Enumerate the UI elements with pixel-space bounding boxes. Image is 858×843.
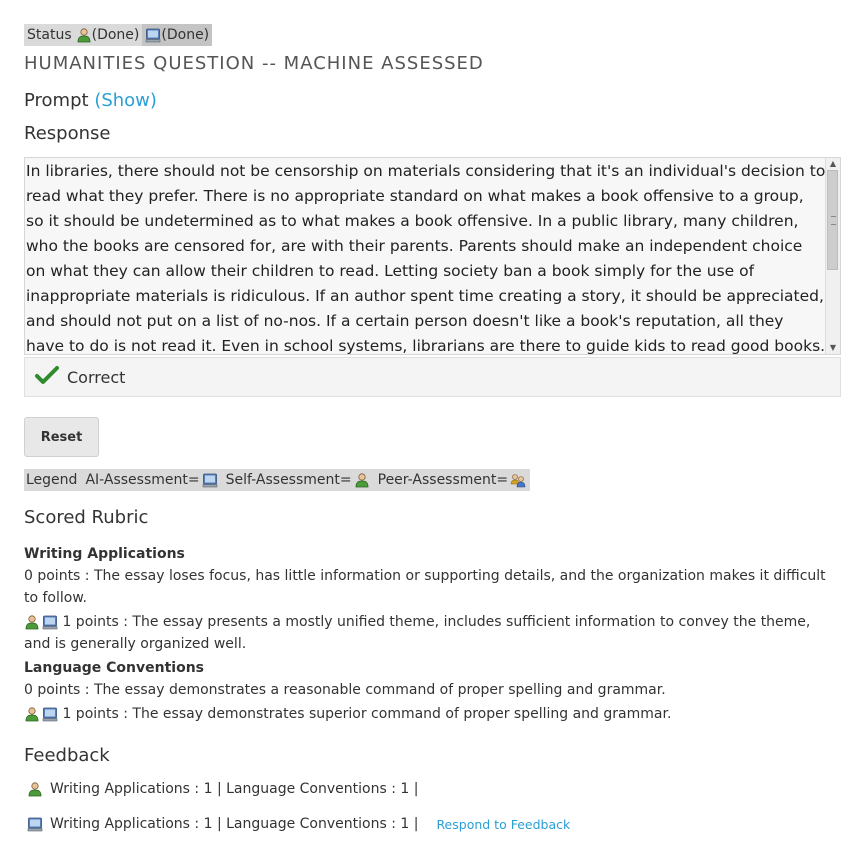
rubric-option-selected: 1 points : The essay presents a mostly u…	[24, 611, 834, 655]
legend: Legend AI-Assessment= Self-Assessment= P…	[24, 469, 531, 491]
checkmark-icon	[35, 365, 59, 389]
status-bar: Status (Done) (Done)	[24, 24, 213, 46]
respond-to-feedback-link[interactable]: Respond to Feedback	[436, 817, 570, 832]
status-ai: (Done)	[142, 24, 213, 46]
rubric-option: 0 points : The essay loses focus, has li…	[24, 568, 826, 606]
rubric-heading: Scored Rubric	[24, 507, 149, 528]
show-prompt-link[interactable]: (Show)	[94, 90, 157, 111]
prompt-heading: Prompt (Show)	[24, 90, 157, 111]
person-icon	[76, 27, 92, 43]
rubric-criterion: Language Conventions	[24, 660, 205, 676]
legend-label: Legend	[26, 472, 78, 488]
person-icon	[27, 781, 43, 797]
scroll-thumb[interactable]	[827, 170, 838, 270]
legend-ai-label: AI-Assessment=	[85, 472, 200, 488]
computer-icon	[42, 614, 58, 630]
feedback-self-row: Writing Applications : 1 | Language Conv…	[27, 781, 418, 797]
computer-icon	[202, 472, 218, 488]
status-label: Status	[27, 27, 72, 43]
scroll-up-arrow-icon[interactable]: ▲	[828, 159, 838, 169]
rubric-option: 0 points : The essay demonstrates a reas…	[24, 682, 666, 698]
legend-self-label: Self-Assessment=	[225, 472, 352, 488]
group-icon	[510, 472, 526, 488]
status-self: Status (Done)	[24, 24, 143, 46]
response-textarea[interactable]: In libraries, there should not be censor…	[24, 157, 841, 355]
rubric-option-text: 1 points : The essay demonstrates superi…	[62, 706, 672, 722]
rubric-criterion: Writing Applications	[24, 546, 185, 562]
computer-icon	[145, 27, 161, 43]
person-icon	[354, 472, 370, 488]
feedback-ai-row: Writing Applications : 1 | Language Conv…	[27, 816, 570, 832]
computer-icon	[27, 816, 43, 832]
legend-peer-label: Peer-Assessment=	[377, 472, 509, 488]
status-ai-state: (Done)	[161, 27, 210, 43]
rubric-option-selected: 1 points : The essay demonstrates superi…	[24, 703, 834, 725]
person-icon	[24, 706, 40, 722]
person-icon	[24, 614, 40, 630]
scroll-down-arrow-icon[interactable]: ▼	[828, 343, 838, 353]
feedback-heading: Feedback	[24, 745, 110, 766]
computer-icon	[42, 706, 58, 722]
status-self-state: (Done)	[91, 27, 140, 43]
result-text: Correct	[67, 367, 126, 387]
feedback-self-text: Writing Applications : 1 | Language Conv…	[50, 781, 419, 797]
reset-button[interactable]: Reset	[24, 417, 99, 457]
prompt-label: Prompt	[24, 90, 89, 111]
response-scrollbar[interactable]: ▲ ▼	[825, 158, 840, 354]
page-title: HUMANITIES QUESTION -- MACHINE ASSESSED	[24, 53, 484, 74]
result-box: Correct	[24, 357, 841, 397]
response-text: In libraries, there should not be censor…	[26, 162, 826, 355]
response-heading: Response	[24, 123, 111, 144]
rubric-option-text: 1 points : The essay presents a mostly u…	[24, 614, 811, 652]
rubric: Writing Applications 0 points : The essa…	[24, 543, 834, 725]
feedback-ai-text: Writing Applications : 1 | Language Conv…	[50, 816, 419, 832]
